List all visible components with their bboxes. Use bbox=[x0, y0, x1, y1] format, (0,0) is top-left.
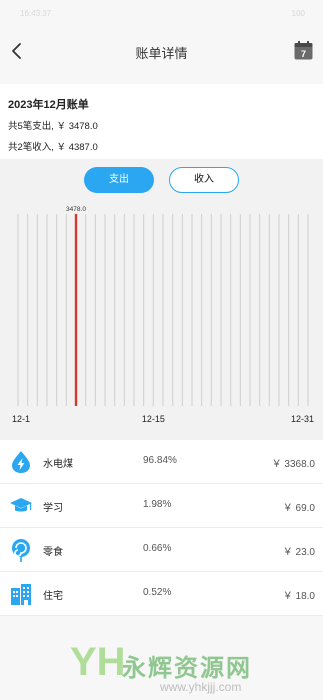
bill-summary: 2023年12月账单 共5笔支出, ￥ 3478.0 共2笔收入, ￥ 4387… bbox=[0, 84, 323, 159]
status-battery: 100 bbox=[291, 9, 305, 18]
category-name: 学习 bbox=[43, 503, 63, 514]
income-summary: 共2笔收入, ￥ 4387.0 bbox=[8, 142, 98, 153]
watermark-text: 永辉资源网 bbox=[122, 655, 252, 682]
calendar-icon[interactable]: 7 bbox=[294, 41, 313, 60]
daily-expense-chart: 3478.0 12-1 12-15 12-31 bbox=[0, 200, 323, 438]
calendar-day-text: 7 bbox=[301, 49, 306, 59]
category-amount: ￥ 69.0 bbox=[282, 503, 315, 514]
category-percent: 0.66% bbox=[143, 543, 172, 554]
category-percent: 0.52% bbox=[143, 587, 172, 598]
page-title: 账单详情 bbox=[135, 46, 188, 61]
status-time: 16:43:37 bbox=[20, 9, 52, 18]
category-name: 零食 bbox=[43, 547, 63, 558]
lightning-icon bbox=[12, 451, 30, 473]
category-row[interactable]: 零食 0.66% ￥ 23.0 bbox=[0, 528, 323, 572]
income-tab-button[interactable]: 收入 bbox=[169, 167, 239, 193]
x-tick-label: 12-31 bbox=[291, 414, 314, 424]
x-tick-label: 12-15 bbox=[142, 414, 165, 424]
category-amount: ￥ 23.0 bbox=[282, 547, 315, 558]
category-row[interactable]: 水电煤 96.84% ￥ 3368.0 bbox=[0, 440, 323, 484]
month-title: 2023年12月账单 bbox=[8, 99, 89, 111]
building-icon bbox=[11, 584, 31, 605]
status-bar: 16:43:37 100 bbox=[0, 0, 323, 24]
header: 账单详情 7 bbox=[0, 24, 323, 84]
category-row[interactable]: 学习 1.98% ￥ 69.0 bbox=[0, 484, 323, 528]
category-row[interactable]: 住宅 0.52% ￥ 18.0 bbox=[0, 572, 323, 616]
highlight-value-label: 3478.0 bbox=[66, 206, 86, 213]
category-amount: ￥ 18.0 bbox=[282, 591, 315, 602]
category-list: 水电煤 96.84% ￥ 3368.0 学习 1.98% ￥ 69.0 零食 0… bbox=[0, 440, 323, 616]
category-percent: 96.84% bbox=[143, 455, 177, 466]
expense-tab-button[interactable]: 支出 bbox=[84, 167, 154, 193]
category-name: 水电煤 bbox=[43, 459, 73, 470]
expense-summary: 共5笔支出, ￥ 3478.0 bbox=[8, 121, 98, 132]
x-tick-label: 12-1 bbox=[12, 414, 30, 424]
chart-background bbox=[0, 200, 323, 438]
lollipop-icon bbox=[12, 539, 30, 562]
category-amount: ￥ 3368.0 bbox=[271, 459, 315, 470]
category-name: 住宅 bbox=[43, 591, 63, 602]
watermark: YH 永辉资源网 www.yhkjjj.com bbox=[70, 640, 323, 700]
watermark-logo: YH bbox=[70, 640, 126, 684]
watermark-url: www.yhkjjj.com bbox=[160, 680, 242, 694]
graduation-cap-icon bbox=[10, 498, 32, 512]
category-percent: 1.98% bbox=[143, 499, 172, 510]
